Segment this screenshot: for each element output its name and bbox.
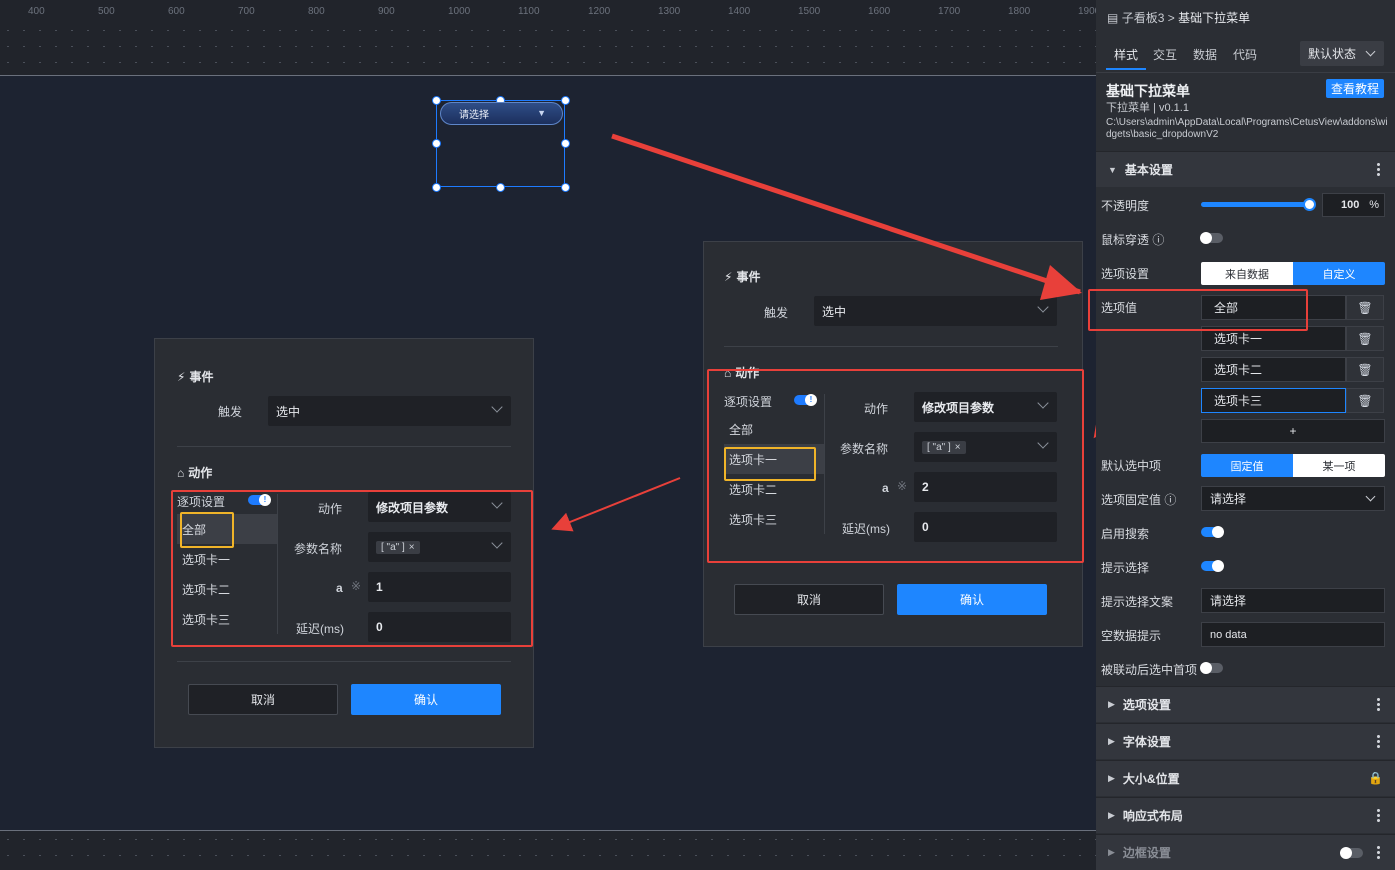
board-icon: ▤	[1107, 11, 1119, 25]
annotation-arrows	[551, 133, 1082, 532]
caret-right-icon: ▶	[1108, 810, 1115, 820]
more-icon[interactable]	[1377, 697, 1380, 711]
hint-select-label: 提示选择	[1101, 561, 1150, 575]
trash-icon[interactable]: 🗑	[1346, 357, 1384, 382]
breadcrumb: ▤ 子看板3 > 基础下拉菜单	[1107, 11, 1251, 25]
caret-right-icon: ▶	[1108, 773, 1115, 783]
trash-icon[interactable]: 🗑	[1346, 388, 1384, 413]
hint-select-toggle[interactable]	[1201, 560, 1224, 572]
default-one[interactable]: 某一项	[1293, 454, 1385, 477]
mouse-through-label: 鼠标穿透 ⓘ	[1101, 233, 1165, 247]
caret-right-icon: ▶	[1108, 736, 1115, 746]
mouse-through-toggle[interactable]	[1200, 232, 1223, 244]
tab-interaction[interactable]: 交互	[1153, 46, 1177, 63]
section-options[interactable]: ▶ 选项设置	[1096, 686, 1395, 722]
arrow-to-left-dialog	[551, 477, 681, 532]
help-icon: ⓘ	[1164, 493, 1177, 507]
option-value-input[interactable]: 选项卡三	[1201, 388, 1346, 413]
tutorial-button[interactable]: 查看教程	[1326, 79, 1384, 98]
properties-panel: ▤ 子看板3 > 基础下拉菜单 样式 交互 数据 代码 默认状态 基础下拉菜单 …	[1088, 0, 1395, 870]
slider-handle[interactable]	[1303, 198, 1316, 211]
state-select[interactable]: 默认状态	[1300, 41, 1384, 66]
section-size-position[interactable]: ▶ 大小&位置 🔒	[1096, 760, 1395, 796]
caret-down-icon: ▼	[1108, 164, 1117, 175]
component-name: 基础下拉菜单	[1106, 83, 1190, 99]
tab-style[interactable]: 样式	[1114, 46, 1138, 63]
section-responsive[interactable]: ▶ 响应式布局	[1096, 797, 1395, 833]
add-option-button[interactable]: +	[1201, 419, 1385, 443]
linked-first-toggle[interactable]	[1200, 662, 1223, 674]
more-icon[interactable]	[1377, 734, 1380, 748]
hint-text-label: 提示选择文案	[1101, 595, 1174, 609]
default-fixed[interactable]: 固定值	[1201, 454, 1293, 477]
option-settings-label: 选项设置	[1101, 267, 1150, 281]
enable-search-label: 启用搜索	[1101, 527, 1150, 541]
caret-right-icon: ▶	[1108, 847, 1115, 857]
tab-code[interactable]: 代码	[1233, 46, 1257, 63]
arrow-to-option-values	[611, 133, 1081, 295]
annotation-red-box	[1088, 289, 1308, 331]
tab-data[interactable]: 数据	[1193, 46, 1217, 63]
option-from-data[interactable]: 来自数据	[1201, 262, 1293, 285]
empty-hint-input[interactable]: no data	[1201, 622, 1385, 647]
fixed-value-label: 选项固定值 ⓘ	[1101, 493, 1177, 507]
trash-icon[interactable]: 🗑	[1346, 326, 1384, 351]
caret-right-icon: ▶	[1108, 699, 1115, 709]
section-font[interactable]: ▶ 字体设置	[1096, 723, 1395, 759]
more-icon[interactable]	[1377, 162, 1380, 176]
empty-hint-label: 空数据提示	[1101, 629, 1162, 643]
option-custom[interactable]: 自定义	[1293, 262, 1385, 285]
trash-icon[interactable]: 🗑	[1346, 295, 1384, 320]
section-basic[interactable]: ▼ 基本设置	[1096, 151, 1395, 187]
editor-canvas[interactable]: 400 500 600 700 800 900 1000 1100 1200 1300 1400 15…	[0, 0, 1096, 870]
linked-first-label: 被联动后选中首项	[1101, 663, 1198, 677]
more-icon[interactable]	[1377, 845, 1380, 859]
hint-text-input[interactable]: 请选择	[1201, 588, 1385, 613]
breadcrumb-current: 基础下拉菜单	[1178, 11, 1251, 25]
chevron-down-icon	[1365, 46, 1376, 57]
lock-icon[interactable]: 🔒	[1368, 771, 1383, 785]
arrow-head	[1040, 265, 1082, 300]
component-type: 下拉菜单 | v0.1.1	[1106, 102, 1189, 114]
opacity-input[interactable]: 100 %	[1322, 193, 1385, 217]
chevron-down-icon	[1365, 491, 1376, 502]
component-path: C:\Users\admin\AppData\Local\Programs\Ce…	[1106, 117, 1388, 140]
more-icon[interactable]	[1377, 808, 1380, 822]
fixed-value-select[interactable]: 请选择	[1201, 486, 1385, 511]
help-icon: ⓘ	[1152, 233, 1165, 247]
active-tab-indicator	[1106, 68, 1146, 70]
option-value-input[interactable]: 选项卡二	[1201, 357, 1346, 382]
border-toggle[interactable]	[1340, 847, 1363, 859]
section-border[interactable]: ▶ 边框设置	[1096, 834, 1395, 870]
breadcrumb-parent[interactable]: 子看板3	[1122, 11, 1165, 25]
default-selected-label: 默认选中项	[1101, 459, 1162, 473]
enable-search-toggle[interactable]	[1201, 526, 1224, 538]
opacity-label: 不透明度	[1101, 199, 1150, 213]
opacity-slider[interactable]	[1201, 198, 1316, 211]
